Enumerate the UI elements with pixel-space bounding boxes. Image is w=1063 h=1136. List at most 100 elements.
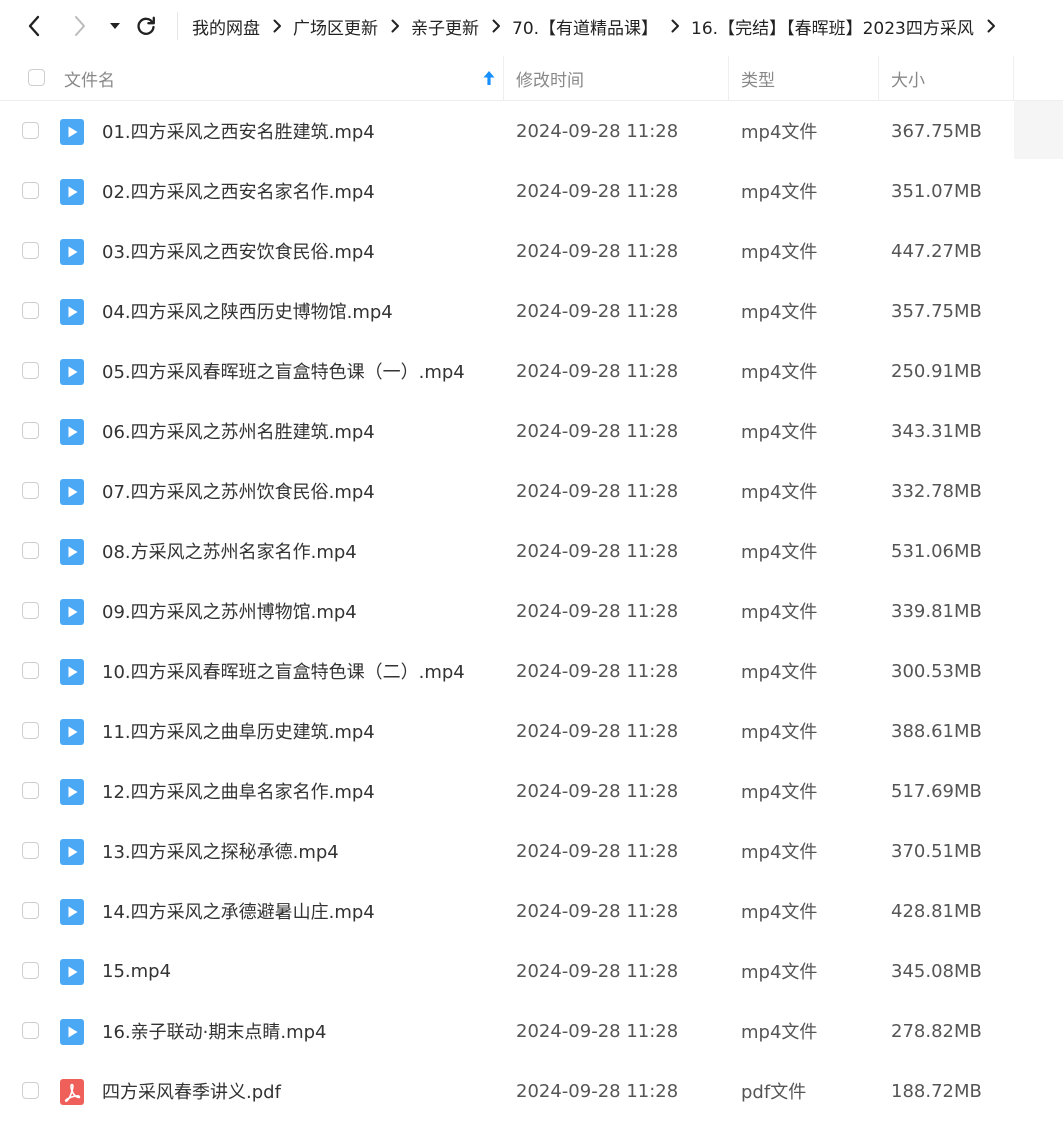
file-row[interactable]: 12.四方采风之曲阜名家名作.mp4 2024-09-28 11:28 mp4文件 5…	[0, 761, 1063, 821]
video-file-icon	[60, 1019, 84, 1045]
video-file-icon	[60, 839, 84, 865]
file-row[interactable]: 09.四方采风之苏州博物馆.mp4 2024-09-28 11:28 mp4文件 33…	[0, 581, 1063, 641]
select-all-checkbox[interactable]	[28, 69, 45, 86]
file-checkbox[interactable]	[22, 362, 39, 379]
file-row[interactable]: 16.亲子联动·期末点睛.mp4 2024-09-28 11:28 mp4文件 278…	[0, 1001, 1063, 1061]
file-checkbox[interactable]	[22, 962, 39, 979]
file-row[interactable]: 04.四方采风之陕西历史博物馆.mp4 2024-09-28 11:28 mp4文件…	[0, 281, 1063, 341]
file-name[interactable]: 02.四方采风之西安名家名作.mp4	[102, 161, 375, 221]
refresh-button[interactable]	[131, 10, 161, 42]
file-checkbox[interactable]	[22, 302, 39, 319]
file-name[interactable]: 14.四方采风之承德避暑山庄.mp4	[102, 881, 375, 941]
file-type: mp4文件	[741, 602, 818, 623]
file-checkbox[interactable]	[22, 602, 39, 619]
file-checkbox[interactable]	[22, 1082, 39, 1099]
file-checkbox[interactable]	[22, 902, 39, 919]
file-type: mp4文件	[741, 842, 818, 863]
file-name[interactable]: 16.亲子联动·期末点睛.mp4	[102, 1001, 326, 1061]
column-header-type-label: 类型	[741, 70, 775, 91]
file-name[interactable]: 07.四方采风之苏州饮食民俗.mp4	[102, 461, 375, 521]
file-row[interactable]: 03.四方采风之西安饮食民俗.mp4 2024-09-28 11:28 mp4文件 4…	[0, 221, 1063, 281]
file-checkbox[interactable]	[22, 122, 39, 139]
file-checkbox[interactable]	[22, 422, 39, 439]
file-row[interactable]: 15.mp4 2024-09-28 11:28 mp4文件 345.08MB	[0, 941, 1063, 1001]
column-header-size[interactable]: 大小	[891, 56, 925, 100]
file-name[interactable]: 09.四方采风之苏州博物馆.mp4	[102, 581, 357, 641]
file-modified-time: 2024-09-28 11:28	[516, 180, 679, 202]
file-type: mp4文件	[741, 242, 818, 263]
navigation-bar: 我的网盘 广场区更新 亲子更新 70.【有道精品课】 16.【完结】【春晖班】2023四…	[0, 0, 1063, 52]
chevron-right-icon	[492, 19, 500, 33]
file-checkbox[interactable]	[22, 242, 39, 259]
file-name[interactable]: 06.四方采风之苏州名胜建筑.mp4	[102, 401, 375, 461]
breadcrumb-item[interactable]: 亲子更新	[411, 14, 479, 39]
file-modified-time: 2024-09-28 11:28	[516, 420, 679, 442]
history-dropdown-button[interactable]	[100, 10, 130, 42]
file-name[interactable]: 01.四方采风之西安名胜建筑.mp4	[102, 101, 375, 161]
file-type: mp4文件	[741, 422, 818, 443]
breadcrumb-item[interactable]: 70.【有道精品课】	[512, 14, 658, 39]
file-size: 370.51MB	[891, 840, 982, 862]
chevron-right-icon	[671, 19, 680, 33]
forward-button[interactable]	[65, 10, 95, 42]
sort-ascending-icon[interactable]	[482, 70, 496, 86]
file-row[interactable]: 07.四方采风之苏州饮食民俗.mp4 2024-09-28 11:28 mp4文件 3…	[0, 461, 1063, 521]
file-name[interactable]: 15.mp4	[102, 941, 171, 1001]
column-header-type[interactable]: 类型	[741, 56, 775, 100]
file-modified-time: 2024-09-28 11:28	[516, 360, 679, 382]
chevron-right-icon	[987, 19, 995, 33]
file-size: 447.27MB	[891, 240, 982, 262]
file-type: mp4文件	[741, 482, 818, 503]
breadcrumb-separator	[273, 0, 282, 52]
file-row[interactable]: 四方采风春季讲义.pdf 2024-09-28 11:28 pdf文件 188.72M…	[0, 1061, 1063, 1121]
video-file-icon	[60, 239, 84, 265]
file-name[interactable]: 10.四方采风春晖班之盲盒特色课（二）.mp4	[102, 641, 465, 701]
file-name[interactable]: 13.四方采风之探秘承德.mp4	[102, 821, 339, 881]
file-name[interactable]: 四方采风春季讲义.pdf	[102, 1061, 281, 1121]
file-checkbox[interactable]	[22, 182, 39, 199]
file-type: mp4文件	[741, 542, 818, 563]
breadcrumb-item[interactable]: 16.【完结】【春晖班】2023四方采风	[691, 14, 974, 39]
file-name[interactable]: 12.四方采风之曲阜名家名作.mp4	[102, 761, 375, 821]
file-type: mp4文件	[741, 962, 818, 983]
file-checkbox[interactable]	[22, 722, 39, 739]
video-file-icon	[60, 599, 84, 625]
file-row[interactable]: 08.方采风之苏州名家名作.mp4 2024-09-28 11:28 mp4文件 53…	[0, 521, 1063, 581]
file-size: 388.61MB	[891, 720, 982, 742]
file-checkbox[interactable]	[22, 1022, 39, 1039]
file-name[interactable]: 04.四方采风之陕西历史博物馆.mp4	[102, 281, 393, 341]
video-file-icon	[60, 659, 84, 685]
file-row[interactable]: 14.四方采风之承德避暑山庄.mp4 2024-09-28 11:28 mp4文件 4…	[0, 881, 1063, 941]
file-checkbox[interactable]	[22, 842, 39, 859]
file-name[interactable]: 11.四方采风之曲阜历史建筑.mp4	[102, 701, 375, 761]
file-row[interactable]: 06.四方采风之苏州名胜建筑.mp4 2024-09-28 11:28 mp4文件 3…	[0, 401, 1063, 461]
file-row[interactable]: 05.四方采风春晖班之盲盒特色课（一）.mp4 2024-09-28 11:28 m…	[0, 341, 1063, 401]
file-size: 517.69MB	[891, 780, 982, 802]
file-checkbox[interactable]	[22, 782, 39, 799]
breadcrumb-item[interactable]: 广场区更新	[293, 14, 378, 39]
file-row[interactable]: 13.四方采风之探秘承德.mp4 2024-09-28 11:28 mp4文件 370…	[0, 821, 1063, 881]
file-row[interactable]: 10.四方采风春晖班之盲盒特色课（二）.mp4 2024-09-28 11:28 m…	[0, 641, 1063, 701]
chevron-right-icon	[391, 19, 399, 33]
column-header-name[interactable]: 文件名	[64, 56, 115, 100]
file-row[interactable]: 11.四方采风之曲阜历史建筑.mp4 2024-09-28 11:28 mp4文件 3…	[0, 701, 1063, 761]
file-type: mp4文件	[741, 182, 818, 203]
file-row[interactable]: 02.四方采风之西安名家名作.mp4 2024-09-28 11:28 mp4文件 3…	[0, 161, 1063, 221]
file-size: 250.91MB	[891, 360, 982, 382]
column-header-name-label: 文件名	[64, 70, 115, 91]
chevron-left-icon	[28, 15, 40, 37]
breadcrumb-item[interactable]: 我的网盘	[192, 14, 260, 39]
file-name[interactable]: 05.四方采风春晖班之盲盒特色课（一）.mp4	[102, 341, 465, 401]
file-checkbox[interactable]	[22, 482, 39, 499]
column-header-modified[interactable]: 修改时间	[516, 56, 584, 100]
file-type: mp4文件	[741, 302, 818, 323]
back-button[interactable]	[19, 10, 49, 42]
file-modified-time: 2024-09-28 11:28	[516, 540, 679, 562]
file-name[interactable]: 03.四方采风之西安饮食民俗.mp4	[102, 221, 375, 281]
file-name[interactable]: 08.方采风之苏州名家名作.mp4	[102, 521, 357, 581]
file-modified-time: 2024-09-28 11:28	[516, 120, 679, 142]
file-modified-time: 2024-09-28 11:28	[516, 960, 679, 982]
file-checkbox[interactable]	[22, 542, 39, 559]
file-row[interactable]: 01.四方采风之西安名胜建筑.mp4 2024-09-28 11:28 mp4文件 3…	[0, 101, 1063, 161]
file-checkbox[interactable]	[22, 662, 39, 679]
